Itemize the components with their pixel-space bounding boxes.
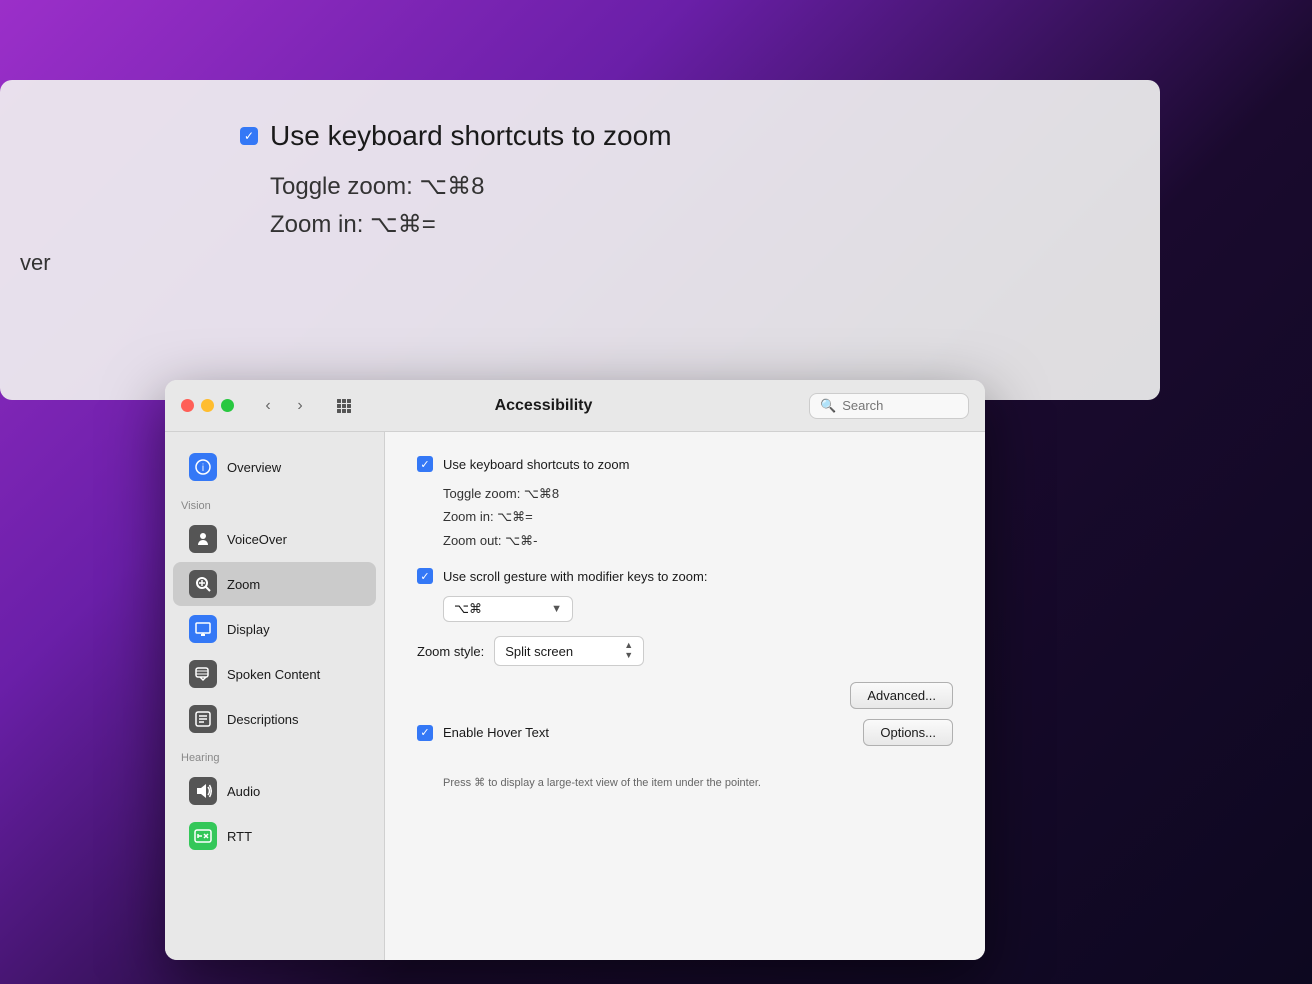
behind-checkbox: ✓ <box>240 127 258 145</box>
nav-arrows: ‹ › <box>254 392 314 420</box>
modifier-key-label: ⌥⌘ <box>454 601 543 617</box>
titlebar: ‹ › Accessibility 🔍 <box>165 380 985 432</box>
spoken-content-icon <box>189 660 217 688</box>
grid-icon[interactable] <box>330 392 358 420</box>
sidebar-item-spoken-content[interactable]: Spoken Content <box>173 652 376 696</box>
back-button[interactable]: ‹ <box>254 392 282 420</box>
zoom-out-shortcut: Zoom out: ⌥⌘- <box>443 529 953 552</box>
shortcuts-info: Toggle zoom: ⌥⌘8 Zoom in: ⌥⌘= Zoom out: … <box>443 482 953 552</box>
fullscreen-button[interactable] <box>221 399 234 412</box>
traffic-lights <box>181 399 234 412</box>
sidebar: i Overview Vision VoiceOver <box>165 432 385 960</box>
sidebar-section-hearing: Hearing <box>165 742 384 768</box>
window-title: Accessibility <box>370 397 717 415</box>
sidebar-label-descriptions: Descriptions <box>227 712 299 727</box>
scroll-gesture-label: Use scroll gesture with modifier keys to… <box>443 569 707 584</box>
sidebar-label-overview: Overview <box>227 460 281 475</box>
hover-text-label: Enable Hover Text <box>443 725 549 740</box>
scroll-gesture-checkbox[interactable]: ✓ <box>417 568 433 584</box>
keyboard-shortcuts-row: ✓ Use keyboard shortcuts to zoom <box>417 456 953 472</box>
sidebar-item-descriptions[interactable]: Descriptions <box>173 697 376 741</box>
display-icon <box>189 615 217 643</box>
hover-text-description: Press ⌘ to display a large-text view of … <box>443 776 953 789</box>
sidebar-item-voiceover[interactable]: VoiceOver <box>173 517 376 561</box>
audio-icon <box>189 777 217 805</box>
sidebar-label-display: Display <box>227 622 270 637</box>
sidebar-label-rtt: RTT <box>227 829 252 844</box>
hover-text-section: ✓ Enable Hover Text Options... Press ⌘ t… <box>417 725 953 789</box>
behind-keyboard-shortcuts-label: Use keyboard shortcuts to zoom <box>270 120 672 152</box>
window-body: i Overview Vision VoiceOver <box>165 432 985 960</box>
zoom-icon <box>189 570 217 598</box>
stepper-arrows-icon: ▲ ▼ <box>624 641 633 661</box>
options-button[interactable]: Options... <box>863 719 953 746</box>
zoom-style-dropdown[interactable]: Split screen ▲ ▼ <box>494 636 644 666</box>
search-input[interactable] <box>842 398 958 413</box>
sidebar-item-audio[interactable]: Audio <box>173 769 376 813</box>
dropdown-arrow-icon: ▼ <box>551 603 562 615</box>
behind-window: ✓ Use keyboard shortcuts to zoom Toggle … <box>0 80 1160 400</box>
search-icon: 🔍 <box>820 398 836 414</box>
main-window: ‹ › Accessibility 🔍 <box>165 380 985 960</box>
sidebar-item-display[interactable]: Display <box>173 607 376 651</box>
sidebar-label-voiceover: VoiceOver <box>227 532 287 547</box>
sidebar-item-zoom[interactable]: Zoom <box>173 562 376 606</box>
behind-nav-label: ver <box>20 250 51 276</box>
main-content: ✓ Use keyboard shortcuts to zoom Toggle … <box>385 432 985 960</box>
descriptions-icon <box>189 705 217 733</box>
sidebar-section-vision: Vision <box>165 490 384 516</box>
advanced-row: Advanced... <box>417 682 953 709</box>
hover-text-checkbox[interactable]: ✓ <box>417 725 433 741</box>
voiceover-icon <box>189 525 217 553</box>
zoom-in-shortcut: Zoom in: ⌥⌘= <box>443 505 953 528</box>
minimize-button[interactable] <box>201 399 214 412</box>
sidebar-label-spoken-content: Spoken Content <box>227 667 320 682</box>
forward-button[interactable]: › <box>286 392 314 420</box>
sidebar-item-rtt[interactable]: RTT <box>173 814 376 858</box>
sidebar-label-audio: Audio <box>227 784 260 799</box>
modifier-key-dropdown[interactable]: ⌥⌘ ▼ <box>443 596 573 622</box>
keyboard-shortcuts-label: Use keyboard shortcuts to zoom <box>443 457 629 472</box>
svg-text:i: i <box>202 463 204 474</box>
sidebar-label-zoom: Zoom <box>227 577 260 592</box>
rtt-icon <box>189 822 217 850</box>
zoom-style-value: Split screen <box>505 644 618 659</box>
zoom-style-row: Zoom style: Split screen ▲ ▼ <box>417 636 953 666</box>
sidebar-item-overview[interactable]: i Overview <box>173 445 376 489</box>
overview-icon: i <box>189 453 217 481</box>
zoom-style-label: Zoom style: <box>417 644 484 659</box>
search-bar[interactable]: 🔍 <box>809 393 969 419</box>
toggle-zoom-shortcut: Toggle zoom: ⌥⌘8 <box>443 482 953 505</box>
behind-shortcuts: Toggle zoom: ⌥⌘8 Zoom in: ⌥⌘= <box>270 168 1100 245</box>
scroll-gesture-row: ✓ Use scroll gesture with modifier keys … <box>417 568 953 584</box>
advanced-button[interactable]: Advanced... <box>850 682 953 709</box>
keyboard-shortcuts-checkbox[interactable]: ✓ <box>417 456 433 472</box>
close-button[interactable] <box>181 399 194 412</box>
